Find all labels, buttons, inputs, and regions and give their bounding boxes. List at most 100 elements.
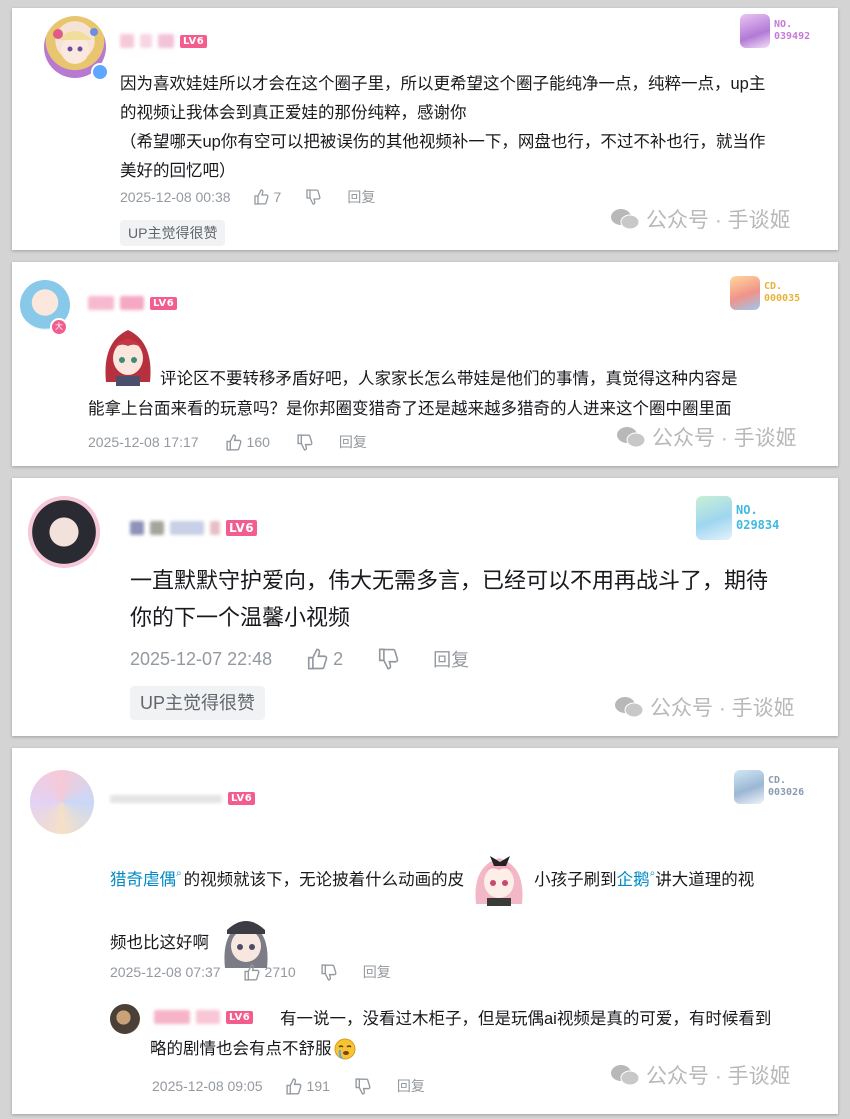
level-badge: LV6: [226, 520, 258, 536]
username-redacted: [170, 521, 204, 535]
reply-button[interactable]: 回复: [433, 646, 469, 672]
reply-button[interactable]: 回复: [347, 187, 375, 207]
sub-reply-avatar[interactable]: [110, 1004, 140, 1034]
vip-icon: 大: [50, 318, 68, 336]
fan-badge: CD. 003026: [734, 770, 804, 804]
username-redacted: [140, 34, 152, 48]
badge-line1: CD.: [764, 281, 783, 292]
username-redacted[interactable]: [88, 296, 114, 310]
reply-button[interactable]: 回复: [363, 962, 391, 982]
username-redacted[interactable]: [130, 521, 144, 535]
dislike-button[interactable]: [320, 963, 337, 981]
search-link-keyword[interactable]: 猎奇虐偶: [110, 866, 176, 890]
like-count: 191: [306, 1078, 330, 1094]
thumb-down-icon: [355, 1077, 371, 1095]
username-row: LV6: [120, 34, 208, 48]
search-link-keyword[interactable]: 企鹅: [617, 866, 650, 890]
comment-meta: 2025-12-08 07:37 2710 回复: [110, 962, 391, 982]
verified-icon: [91, 63, 109, 81]
comment-time: 2025-12-08 07:37: [110, 964, 221, 980]
like-count: 7: [273, 189, 282, 205]
comment-text: 评论区不要转移矛盾好吧，人家家长怎么带娃是他们的事情，真觉得这种内容是 能拿上台…: [88, 364, 738, 424]
comment-line: 你的下一个温馨小视频: [130, 605, 351, 630]
thumb-down-icon: [297, 433, 313, 451]
username-row: LV6: [88, 296, 178, 310]
badge-figure-icon: [696, 496, 732, 540]
comment-time: 2025-12-07 22:48: [130, 648, 273, 669]
dislike-button[interactable]: [377, 648, 399, 670]
comment-card-2: 大 LV6 CD. 000035 评论区不要转移矛盾好吧，人家家长怎么带娃是他们…: [12, 262, 838, 466]
badge-figure-icon: [740, 14, 770, 48]
comment-segment: 小孩子刷到: [534, 871, 617, 889]
like-button[interactable]: 7: [253, 189, 282, 205]
comment-segment: 讲大道理的视: [655, 871, 755, 889]
watermark-text: 公众号 · 手谈姬: [652, 427, 797, 450]
search-link-icon[interactable]: ⌕: [176, 868, 182, 879]
comment-line: 的视频让我体会到真正爱娃的那份纯粹，感谢你: [120, 104, 467, 122]
like-button[interactable]: 2: [306, 648, 343, 670]
comment-segment: 频也比这好啊: [110, 934, 209, 952]
comment-meta: 2025-12-08 17:17 160 回复: [88, 432, 367, 452]
wechat-icon: [611, 1065, 640, 1086]
fan-badge: CD. 000035: [730, 276, 800, 310]
reply-button[interactable]: 回复: [339, 432, 367, 452]
watermark: 公众号 · 手谈姬: [616, 422, 797, 452]
username-redacted: [210, 521, 220, 535]
comment-time: 2025-12-08 00:38: [120, 189, 231, 205]
watermark-text: 公众号 · 手谈姬: [646, 209, 791, 232]
username-redacted: [120, 296, 144, 310]
badge-number: 000035: [764, 293, 801, 304]
comment-line: 猎奇虐偶 ⌕ 的视频就该下，无论披着什么动画的皮 小孩子刷到 企鹅 ⌕ 讲大道理…: [110, 852, 832, 906]
comment-line: 一直默默守护爱向，伟大无需多言，已经可以不用再战斗了，期待: [130, 568, 769, 593]
comment-line: 有一说一，没看过木柜子，但是玩偶ai视频是真的可爱，有时候看到: [280, 1010, 772, 1028]
comment-text: 因为喜欢娃娃所以才会在这个圈子里，所以更希望这个圈子能纯净一点，纯粹一点，up主…: [120, 70, 830, 186]
like-button[interactable]: 2710: [243, 963, 296, 981]
thumb-up-icon: [243, 963, 260, 981]
thumb-down-icon: [379, 648, 399, 670]
like-button[interactable]: 160: [225, 433, 270, 451]
dislike-button[interactable]: [354, 1077, 371, 1095]
watermark: 公众号 · 手谈姬: [610, 204, 791, 234]
thumb-down-icon: [306, 189, 321, 205]
wechat-icon: [611, 209, 640, 230]
comment-line: 评论区不要转移矛盾好吧，人家家长怎么带娃是他们的事情，真觉得这种内容是: [160, 370, 738, 388]
level-badge: LV6: [180, 34, 208, 48]
comment-meta: 2025-12-07 22:48 2 回复: [130, 646, 469, 672]
like-count: 2: [333, 648, 344, 669]
user-avatar[interactable]: [28, 496, 100, 568]
watermark: 公众号 · 手谈姬: [610, 1060, 791, 1090]
fan-badge: NO. 029834: [696, 496, 779, 540]
dislike-button[interactable]: [305, 189, 321, 205]
up-liked-tag: UP主觉得很赞: [130, 686, 266, 720]
reply-button[interactable]: 回复: [397, 1076, 425, 1096]
user-avatar[interactable]: [30, 770, 94, 834]
comment-line: 能拿上台面来看的玩意吗？是你邦圈变猎奇了还是越来越多猎奇的人进来这个圈中圈里面: [88, 400, 732, 418]
comment-card-3: LV6 NO. 029834 一直默默守护爱向，伟大无需多言，已经可以不用再战斗…: [12, 478, 838, 736]
badge-number: 039492: [774, 31, 811, 42]
comment-card-1: LV6 NO. 039492 因为喜欢娃娃所以才会在这个圈子里，所以更希望这个圈…: [12, 8, 838, 250]
watermark-text: 公众号 · 手谈姬: [646, 1065, 791, 1088]
like-count: 160: [246, 434, 270, 450]
wechat-icon: [615, 697, 644, 718]
username-row: LV6: [110, 792, 256, 805]
username-redacted[interactable]: [110, 794, 222, 803]
badge-line1: NO.: [774, 19, 793, 30]
comment-text: 猎奇虐偶 ⌕ 的视频就该下，无论披着什么动画的皮 小孩子刷到 企鹅 ⌕ 讲大道理…: [110, 852, 832, 972]
level-badge: LV6: [150, 296, 178, 310]
comment-card-4: LV6 CD. 003026 猎奇虐偶 ⌕ 的视频就该下，无论披着什么动画的皮 …: [12, 748, 838, 1114]
level-badge: LV6: [228, 792, 256, 805]
username-redacted[interactable]: [120, 34, 134, 48]
thumb-up-icon: [225, 433, 242, 451]
watermark: 公众号 · 手谈姬: [614, 692, 795, 722]
comment-line: （希望哪天up你有空可以把被误伤的其他视频补一下，网盘也行，不过不补也行，就当作: [120, 133, 766, 151]
thumb-down-icon: [321, 963, 337, 981]
up-liked-tag: UP主觉得很赞: [120, 220, 226, 246]
dislike-button[interactable]: [296, 433, 313, 451]
badge-number: 003026: [768, 787, 805, 798]
sub-reply-meta: 2025-12-08 09:05 191 回复: [152, 1076, 425, 1096]
sub-reply-text: 有一说一，没看过木柜子，但是玩偶ai视频是真的可爱，有时候看到 略的剧情也会有点…: [150, 1004, 771, 1064]
like-button[interactable]: 191: [285, 1077, 330, 1095]
comment-text: 一直默默守护爱向，伟大无需多言，已经可以不用再战斗了，期待 你的下一个温馨小视频: [130, 562, 768, 636]
badge-number: 029834: [736, 518, 780, 532]
thumb-up-icon: [308, 648, 328, 670]
